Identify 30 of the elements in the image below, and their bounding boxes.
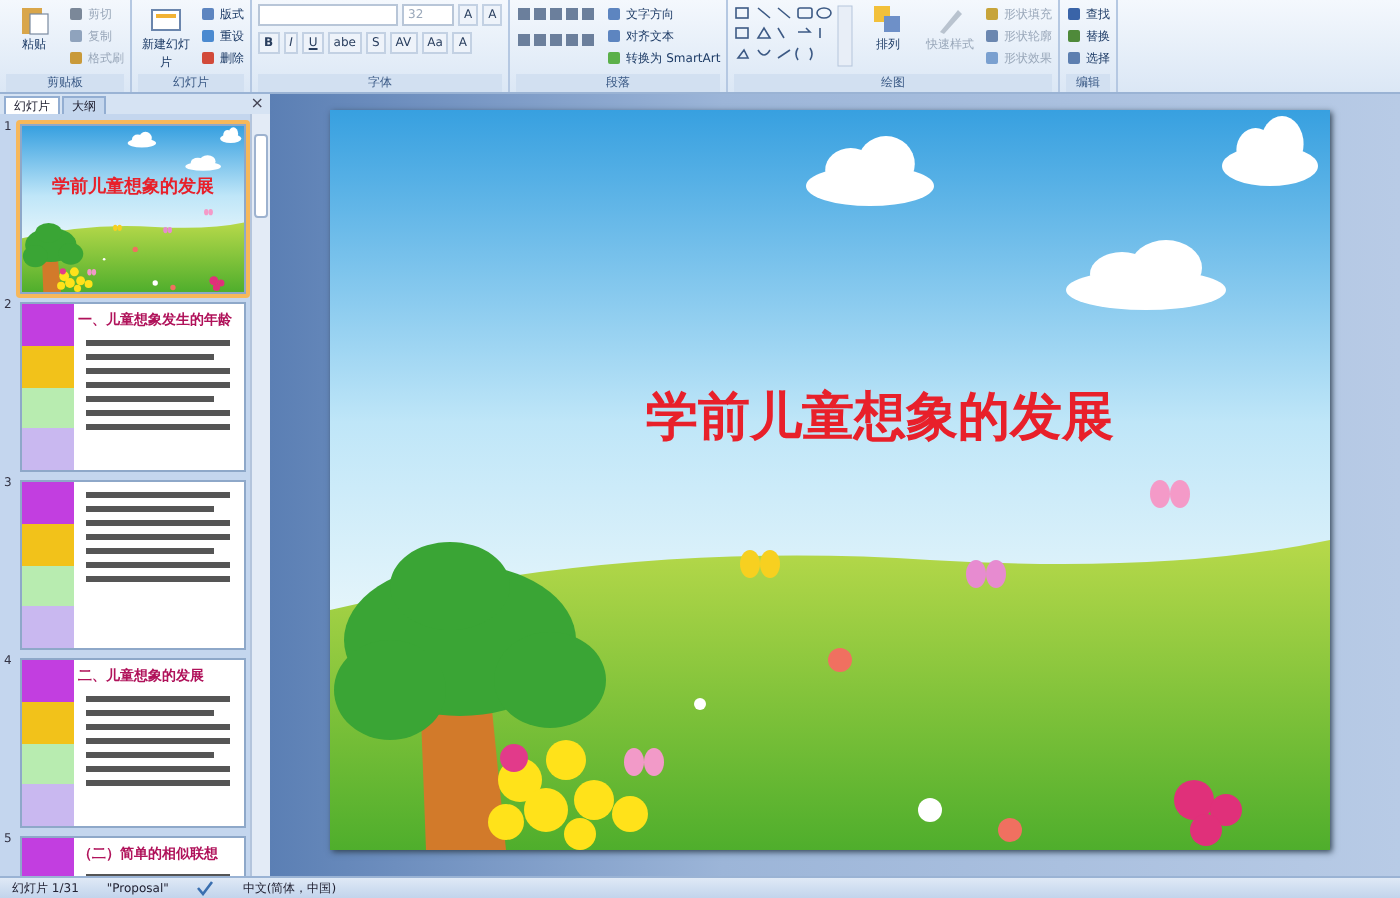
shapes-gallery-icon[interactable] bbox=[734, 4, 855, 68]
clipart-picture bbox=[22, 304, 74, 346]
clipart-picture bbox=[22, 345, 74, 387]
cloud-drawing bbox=[1222, 116, 1318, 186]
slide-icon bbox=[150, 4, 182, 36]
clipart-picture bbox=[22, 387, 74, 429]
clipart-picture bbox=[22, 565, 74, 607]
font-name-field[interactable] bbox=[258, 4, 398, 26]
clipart-picture bbox=[22, 606, 74, 648]
clipart-picture bbox=[22, 428, 74, 470]
clipart-picture bbox=[22, 660, 74, 702]
clipboard-icon bbox=[18, 4, 50, 36]
close-button[interactable]: × bbox=[250, 94, 264, 114]
clipart-picture bbox=[22, 482, 74, 524]
slide-title: 学前儿童想象的发展 bbox=[50, 174, 216, 200]
arrange-icon bbox=[872, 4, 905, 36]
scrollbar[interactable] bbox=[250, 114, 270, 876]
clipart-picture bbox=[22, 784, 74, 826]
clipart-picture bbox=[22, 523, 74, 565]
clipart-picture bbox=[22, 701, 74, 743]
butterfly-drawing bbox=[740, 550, 780, 578]
spellcheck-icon[interactable] bbox=[196, 880, 215, 896]
clipart-picture bbox=[22, 838, 74, 876]
slide-thumbnail[interactable] bbox=[16, 476, 250, 654]
butterfly-drawing bbox=[624, 748, 664, 776]
clipart-picture bbox=[22, 743, 74, 785]
butterfly-drawing bbox=[1150, 480, 1190, 508]
butterfly-drawing bbox=[966, 560, 1006, 588]
cloud-drawing bbox=[806, 136, 934, 206]
slide-title: 学前儿童想象的发展 bbox=[644, 386, 1116, 452]
